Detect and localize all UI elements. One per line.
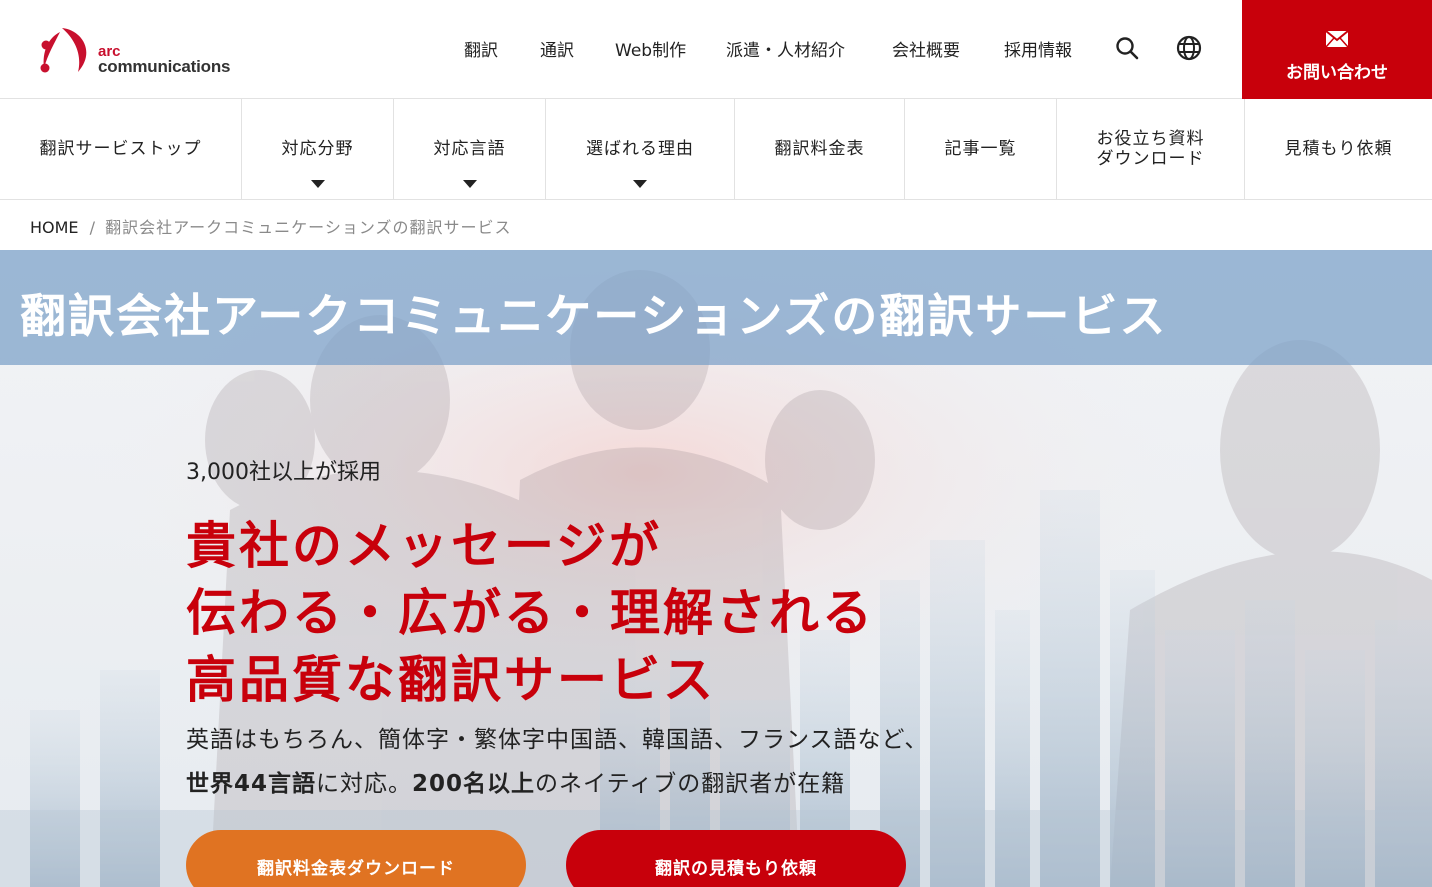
hero-tagline: 3,000社以上が採用: [186, 460, 381, 485]
search-icon: [1116, 37, 1139, 60]
contact-label: お問い合わせ: [1286, 63, 1388, 83]
request-estimate-button[interactable]: 翻訳の見積もり依頼: [566, 830, 906, 887]
mail-icon: [1325, 30, 1349, 48]
subnav-fields-label: 対応分野: [281, 139, 354, 159]
logo-line2: communications: [98, 57, 231, 76]
nav-staffing[interactable]: 派遣・人材紹介: [726, 36, 845, 61]
nav-web[interactable]: Web制作: [615, 36, 686, 61]
nav-translation[interactable]: 翻訳: [464, 36, 498, 61]
site-logo[interactable]: arc communications: [38, 26, 248, 76]
subnav-articles[interactable]: 記事一覧: [905, 99, 1057, 199]
language-button[interactable]: [1176, 35, 1202, 61]
breadcrumb-home[interactable]: HOME: [30, 218, 79, 237]
subnav-downloads-label: お役立ち資料 ダウンロード: [1097, 129, 1205, 169]
hero-section: 翻訳会社アークコミュニケーションズの翻訳サービス 3,000社以上が採用 貴社の…: [0, 250, 1432, 887]
subnav-articles-label: 記事一覧: [944, 139, 1017, 159]
subnav-reasons-label: 選ばれる理由: [586, 139, 694, 159]
site-header: arc communications 翻訳 通訳 Web制作 派遣・人材紹介 会…: [0, 0, 1432, 99]
subnav-top[interactable]: 翻訳サービストップ: [0, 99, 242, 199]
subnav-languages[interactable]: 対応言語: [394, 99, 546, 199]
download-pricing-button[interactable]: 翻訳料金表ダウンロード: [186, 830, 526, 887]
hero-description-line2: 世界44言語に対応。200名以上のネイティブの翻訳者が在籍: [186, 764, 845, 798]
logo-wordmark: arc communications: [98, 44, 231, 76]
breadcrumb-current: 翻訳会社アークコミュニケーションズの翻訳サービス: [105, 218, 512, 237]
hero-headline-line3: 高品質な翻訳サービス: [186, 651, 716, 709]
subnav-reasons[interactable]: 選ばれる理由: [546, 99, 735, 199]
desc-languages-count: 世界44言語: [186, 771, 317, 797]
desc-mid: に対応。: [316, 771, 413, 797]
subnav-pricing-label: 翻訳料金表: [774, 139, 865, 159]
breadcrumb: HOME / 翻訳会社アークコミュニケーションズの翻訳サービス: [30, 214, 512, 238]
desc-end: のネイティブの翻訳者が在籍: [535, 771, 846, 797]
caret-down-icon: [310, 180, 325, 188]
subnav-languages-label: 対応言語: [433, 139, 506, 159]
subnav-pricing[interactable]: 翻訳料金表: [735, 99, 905, 199]
hero-headline-line2: 伝わる・広がる・理解される: [186, 584, 875, 642]
breadcrumb-separator: /: [89, 218, 96, 237]
subnav-fields[interactable]: 対応分野: [242, 99, 394, 199]
download-pricing-label: 翻訳料金表ダウンロード: [257, 859, 455, 879]
contact-button[interactable]: お問い合わせ: [1242, 0, 1432, 99]
caret-down-icon: [462, 180, 477, 188]
nav-recruit[interactable]: 採用情報: [1004, 36, 1072, 61]
subnav-estimate-label: 見積もり依頼: [1284, 139, 1393, 159]
hero-headline-line1: 貴社のメッセージが: [186, 517, 662, 575]
subnav-downloads[interactable]: お役立ち資料 ダウンロード: [1057, 99, 1245, 199]
search-button[interactable]: [1114, 35, 1140, 61]
arc-logo-icon: [40, 28, 87, 73]
nav-interpreting[interactable]: 通訳: [540, 36, 574, 61]
subnav-downloads-line1: お役立ち資料: [1096, 129, 1205, 149]
globe-icon: [1176, 35, 1202, 61]
subnav-downloads-line2: ダウンロード: [1096, 149, 1205, 169]
nav-company[interactable]: 会社概要: [892, 36, 960, 61]
desc-translators-count: 200名以上: [412, 771, 536, 797]
request-estimate-label: 翻訳の見積もり依頼: [655, 859, 817, 879]
hero-description-line1: 英語はもちろん、簡体字・繁体字中国語、韓国語、フランス語など、: [186, 727, 929, 753]
caret-down-icon: [633, 180, 647, 188]
subnav-estimate[interactable]: 見積もり依頼: [1245, 99, 1432, 199]
service-subnav: 翻訳サービストップ 対応分野 対応言語 選ばれる理由 翻訳料金表 記事一覧 お役…: [0, 99, 1432, 200]
subnav-top-label: 翻訳サービストップ: [39, 139, 202, 159]
page-title: 翻訳会社アークコミュニケーションズの翻訳サービス: [20, 289, 1168, 343]
